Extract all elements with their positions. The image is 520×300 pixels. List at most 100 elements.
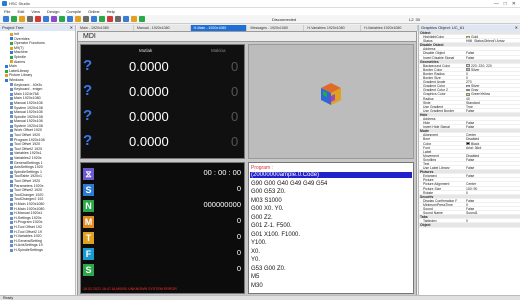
design-canvas[interactable]: MDI Mutlak Makina ? 0.0000 0? 0.0000 0? 0.000… [77, 31, 417, 296]
program-title: Program : [251, 165, 273, 171]
logo-panel[interactable] [248, 44, 414, 159]
window-icon [10, 92, 13, 96]
window-icon [10, 129, 13, 133]
property-category[interactable]: Object [419, 223, 520, 228]
window-icon [10, 143, 13, 147]
program-line[interactable]: (20000000ample.0.Code) [250, 172, 412, 178]
property-value: Gold [471, 35, 479, 39]
coordinate-panel[interactable]: Mutlak Makina ? 0.0000 0? 0.0000 0? 0.0000 0? 0… [80, 44, 245, 159]
status-value: 0 [236, 184, 241, 193]
toolbar-button-icon[interactable] [99, 16, 105, 22]
close-button[interactable]: ✕ [512, 1, 516, 7]
menu-view[interactable]: View [31, 9, 40, 14]
tree-item[interactable]: H-SpindleSettings [0, 248, 75, 253]
program-line[interactable]: G53 G00 Z0. [251, 266, 286, 272]
toolbar-button-icon[interactable] [27, 16, 33, 22]
toolbar-button-icon[interactable] [35, 16, 41, 22]
program-line[interactable]: G00 X0. Y0. [251, 206, 284, 212]
grid-size[interactable]: 30 [416, 17, 420, 22]
toolbar-button-icon[interactable] [123, 16, 129, 22]
window-icon [10, 179, 13, 183]
menu-edit[interactable]: Edit [17, 9, 24, 14]
toolbar-button-icon[interactable] [139, 16, 145, 22]
property-key: Movement [423, 153, 439, 157]
property-key: Style [423, 100, 431, 104]
property-key: Mode [420, 129, 429, 133]
minimize-button[interactable]: — [494, 1, 499, 7]
program-line[interactable]: G90 G00 G40 G49 G49 G54 [251, 181, 327, 187]
toolbar-button-icon[interactable] [75, 16, 81, 22]
mode-badge: T [83, 232, 94, 244]
property-value: False [466, 198, 475, 202]
toolbar-button-icon[interactable] [131, 16, 137, 22]
folder-icon [5, 69, 8, 73]
property-key: Picture Size [423, 186, 442, 190]
program-line[interactable]: G01 Z-1. F500. [251, 223, 292, 229]
property-key: Rotate [423, 190, 433, 194]
property-key: Border Color [423, 67, 443, 71]
property-key: Bore [423, 137, 431, 141]
toolbar-button-icon[interactable] [11, 16, 17, 22]
toolbar-button-icon[interactable] [67, 16, 73, 22]
toolbar-button-icon[interactable] [51, 16, 57, 22]
window-icon [10, 156, 13, 160]
zoom-select[interactable]: L2 [409, 17, 413, 22]
alarm-message: 18.02.2021 16:47 ALM0000 UNKNOWN SYSTEM … [83, 287, 177, 291]
property-key: Hide [423, 121, 430, 125]
program-line[interactable]: Y0. [251, 257, 260, 263]
toolbar-button-icon[interactable] [19, 16, 25, 22]
menu-compile[interactable]: Compile [66, 9, 81, 14]
menu-online[interactable]: Online [88, 9, 100, 14]
menu-help[interactable]: Help [107, 9, 115, 14]
absolute-value: 0.0000 [129, 109, 169, 124]
property-value: False [466, 174, 475, 178]
toolbar-button-icon[interactable] [107, 16, 113, 22]
toolbar-button-icon[interactable] [115, 16, 121, 22]
property-key: Border Size [423, 76, 441, 80]
program-line[interactable]: Y100. [251, 240, 267, 246]
property-value: Black [471, 141, 480, 145]
property-value: 220; 220; 220 [471, 63, 492, 67]
program-line[interactable]: M30 [251, 283, 263, 289]
toolbar-button-icon[interactable] [43, 16, 49, 22]
title-bar: HSC Studio — □ ✕ [0, 0, 520, 8]
maximize-button[interactable]: □ [504, 1, 507, 7]
window-icon [10, 110, 13, 114]
property-key: Color [423, 141, 432, 145]
toolbar-button-icon[interactable] [91, 16, 97, 22]
toolbar-button-icon[interactable] [3, 16, 9, 22]
property-key: Security [420, 194, 434, 198]
property-value: Disabled [466, 137, 480, 141]
property-key: Gradient Color [423, 84, 446, 88]
machine-value: 0 [231, 134, 239, 149]
program-line[interactable]: G00 Z2. [251, 215, 273, 221]
window-icon [10, 225, 13, 229]
window-icon [10, 170, 13, 174]
program-line[interactable]: M03 S1000 [251, 198, 282, 204]
folder-icon [10, 60, 13, 64]
program-line[interactable]: M5 [251, 274, 259, 280]
program-line[interactable]: G01 X100. F1000. [251, 232, 300, 238]
window-icon [10, 106, 13, 110]
close-icon[interactable]: ✕ [515, 25, 518, 31]
menu-file[interactable]: File [4, 9, 10, 14]
program-line[interactable]: X0. [251, 249, 260, 255]
property-key: Tabs [420, 215, 428, 219]
program-line[interactable]: G00 G53 Z0. [251, 189, 286, 195]
toolbar-button-icon[interactable] [83, 16, 89, 22]
property-value: False [466, 207, 475, 211]
property-grid: Object HighlightColor Gold Status HMI_Status… [419, 31, 520, 228]
mode-title: MDI [83, 33, 96, 40]
status-panel[interactable]: ⧖ S N M T F S 18.02.2021 16:47 ALM0000 UNKNOWN… [80, 162, 245, 294]
mode-header: MDI [78, 32, 416, 42]
property-key: Geometries [420, 59, 439, 63]
property-value: Silver [471, 84, 480, 88]
window-title: HSC Studio [9, 1, 30, 6]
program-panel[interactable]: Program : (20000000ample.0.Code) G90 G00 … [248, 162, 414, 294]
tree-item-label: H-SpindleSettings [14, 247, 43, 252]
toolbar-button-icon[interactable] [59, 16, 65, 22]
close-icon[interactable]: ✕ [70, 25, 73, 31]
menu-design[interactable]: Design [47, 9, 59, 14]
property-value: 0 [466, 190, 468, 194]
status-value: 0 [236, 216, 241, 225]
